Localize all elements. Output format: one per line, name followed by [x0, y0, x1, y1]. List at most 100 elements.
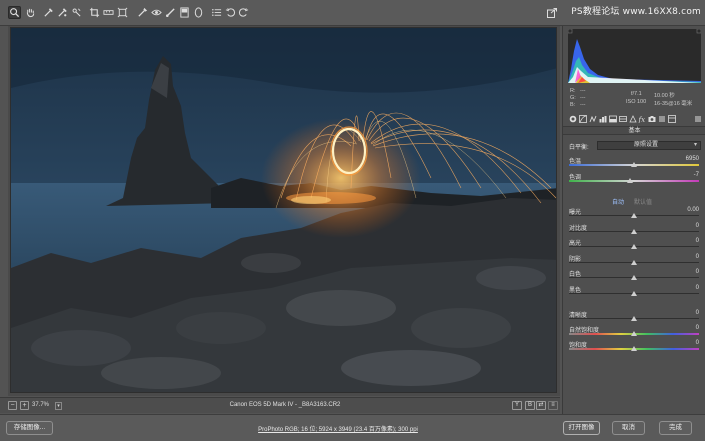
auto-link[interactable]: 自动	[612, 197, 624, 206]
histogram	[568, 29, 701, 83]
r-label: R:	[570, 88, 576, 94]
detail-tab-icon[interactable]	[589, 115, 597, 123]
rotate-left-icon[interactable]	[224, 6, 237, 19]
slider-value[interactable]: 0	[696, 310, 699, 316]
straighten-tool-icon[interactable]	[102, 6, 115, 19]
slider-value[interactable]: 0.00	[687, 207, 699, 213]
aperture: f/7.1	[631, 91, 642, 97]
transform-tab-icon[interactable]	[629, 115, 637, 123]
slider-value[interactable]: 0	[696, 340, 699, 346]
slider-thumb[interactable]	[631, 331, 637, 336]
effects-tab-icon[interactable]: fx	[638, 115, 646, 123]
slider-value[interactable]: 0	[696, 285, 699, 291]
snapshots-tab-icon[interactable]	[668, 115, 676, 123]
zoom-level: 37.7%	[32, 402, 50, 408]
slider-row: 白色 0	[569, 269, 701, 282]
done-button[interactable]: 完成	[659, 421, 692, 435]
slider-thumb[interactable]	[631, 228, 637, 234]
zoom-tool-icon[interactable]	[8, 6, 21, 19]
preferences-icon[interactable]	[210, 6, 223, 19]
cancel-button[interactable]: 取消	[612, 421, 645, 435]
watermark: PS教程论坛 www.16XX8.com	[571, 7, 701, 17]
transform-tool-icon[interactable]	[116, 6, 129, 19]
settings-menu-icon[interactable]: ≡	[548, 401, 558, 410]
rotate-right-icon[interactable]	[237, 6, 250, 19]
targeted-adjustment-tool-icon[interactable]	[70, 6, 83, 19]
g-label: G:	[570, 95, 576, 101]
slider-thumb[interactable]	[631, 213, 637, 218]
slider-thumb[interactable]	[631, 346, 637, 351]
panel-tabs: fx	[566, 114, 704, 125]
adjustment-brush-tool-icon[interactable]	[164, 6, 177, 19]
chevron-down-icon: ▾	[693, 142, 697, 148]
toolbar: PS教程论坛 www.16XX8.com	[0, 0, 705, 26]
slider-thumb[interactable]	[631, 275, 637, 280]
panel-menu-icon[interactable]	[694, 115, 702, 123]
slider-row: 清晰度 0	[569, 310, 701, 323]
slider-value[interactable]: 0	[696, 325, 699, 331]
slider-thumb[interactable]	[631, 162, 637, 167]
adjustment-panel: R: --- G: --- B: --- f/7.1 10.00 秒 ISO 1…	[562, 26, 705, 414]
lens: 16-35@16 毫米	[654, 101, 693, 107]
slider-row: 对比度 0	[569, 223, 701, 236]
slider-thumb[interactable]	[631, 290, 637, 296]
red-eye-tool-icon[interactable]	[150, 6, 163, 19]
slider-thumb[interactable]	[631, 316, 637, 321]
before-after-y-button[interactable]: Y	[512, 401, 522, 410]
slider-row: 高光 0	[569, 238, 701, 251]
zoom-out-button[interactable]: −	[8, 401, 17, 410]
hand-tool-icon[interactable]	[24, 6, 37, 19]
slider-value[interactable]: 0	[696, 238, 699, 244]
section-title: 基本	[563, 126, 705, 135]
bottom-bar: 存储图像... ProPhoto RGB; 16 位; 5924 x 3949 …	[0, 414, 705, 441]
zoom-dropdown-icon[interactable]: ▾	[55, 402, 62, 410]
iso: ISO 100	[626, 99, 647, 105]
swap-settings-icon[interactable]: ⇄	[536, 401, 546, 410]
default-link[interactable]: 默认值	[634, 197, 652, 206]
presets-tab-icon[interactable]	[658, 115, 666, 123]
slider-track[interactable]	[569, 180, 699, 182]
shutter-speed: 10.00 秒	[654, 93, 675, 99]
before-after-b-button[interactable]: B	[525, 401, 535, 410]
basic-tab-icon[interactable]	[569, 115, 577, 123]
save-image-button[interactable]: 存储图像...	[6, 421, 53, 435]
slider-value[interactable]: 0	[696, 269, 699, 275]
slider-value[interactable]: -7	[694, 172, 699, 178]
slider-value[interactable]: 6950	[686, 156, 699, 162]
svg-text:fx: fx	[638, 116, 645, 123]
slider-row: 黑色 0	[569, 285, 701, 298]
open-image-button[interactable]: 打开图像	[563, 421, 600, 435]
graduated-filter-tool-icon[interactable]	[178, 6, 191, 19]
camera-calibration-tab-icon[interactable]	[648, 115, 656, 123]
b-value: ---	[580, 102, 586, 108]
photo-preview[interactable]	[10, 27, 557, 393]
slider-value[interactable]: 0	[696, 223, 699, 229]
white-balance-row: 白平衡: 原照设置 ▾	[569, 141, 701, 151]
lens-corrections-tab-icon[interactable]	[619, 115, 627, 123]
slider-thumb[interactable]	[631, 259, 637, 265]
preview-status-bar: − + 37.7% ▾ Canon EOS 5D Mark IV - _B8A3…	[0, 397, 560, 413]
g-value: ---	[580, 95, 586, 101]
crop-tool-icon[interactable]	[88, 6, 101, 19]
radial-filter-tool-icon[interactable]	[192, 6, 205, 19]
workflow-options-link[interactable]: ProPhoto RGB; 16 位; 5924 x 3949 (23.4 百万…	[238, 424, 438, 433]
white-balance-tool-icon[interactable]	[42, 6, 55, 19]
split-toning-tab-icon[interactable]	[609, 115, 617, 123]
slider-row: 自然饱和度 0	[569, 325, 701, 338]
zoom-in-button[interactable]: +	[20, 401, 29, 410]
slider-row: 曝光 0.00	[569, 207, 701, 220]
white-balance-select[interactable]: 原照设置 ▾	[597, 141, 701, 150]
export-icon[interactable]	[547, 8, 557, 18]
slider-row: 饱和度 0	[569, 340, 701, 353]
slider-thumb[interactable]	[627, 178, 634, 183]
white-balance-value: 原照设置	[634, 142, 659, 148]
slider-value[interactable]: 0	[696, 254, 699, 260]
tone-curve-tab-icon[interactable]	[579, 115, 587, 123]
hsl-tab-icon[interactable]	[599, 115, 607, 123]
auto-default-row: 自动 默认值	[563, 197, 705, 206]
slider-row: 阴影 0	[569, 254, 701, 267]
slider-thumb[interactable]	[631, 244, 637, 249]
spot-removal-tool-icon[interactable]	[136, 6, 149, 19]
image-metadata: R: --- G: --- B: --- f/7.1 10.00 秒 ISO 1…	[568, 86, 701, 110]
color-sampler-tool-icon[interactable]	[56, 6, 69, 19]
